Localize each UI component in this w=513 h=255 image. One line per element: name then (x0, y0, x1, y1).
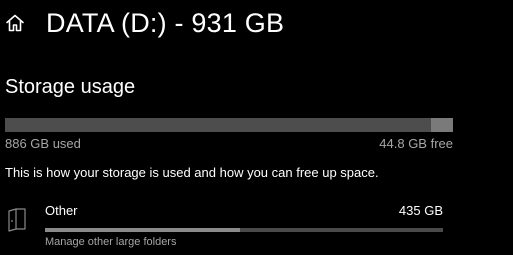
page-header: DATA (D:) - 931 GB (0, 0, 513, 48)
storage-usage-bar (5, 118, 453, 132)
category-subtitle: Manage other large folders (45, 236, 177, 248)
category-usage-bar-fill (45, 228, 241, 232)
category-size: 435 GB (398, 203, 443, 218)
used-space-label: 886 GB used (5, 136, 81, 151)
storage-usage-heading: Storage usage (5, 76, 136, 98)
page-title: DATA (D:) - 931 GB (46, 8, 285, 38)
storage-usage-bar-fill (5, 118, 431, 132)
storage-category-other[interactable]: Other 435 GB Manage other large folders (0, 198, 513, 255)
home-icon[interactable] (5, 13, 25, 33)
free-space-label: 44.8 GB free (379, 136, 453, 151)
category-usage-bar (45, 228, 443, 232)
storage-description: This is how your storage is used and how… (5, 165, 379, 180)
folder-icon (7, 208, 27, 234)
category-name: Other (45, 203, 78, 218)
